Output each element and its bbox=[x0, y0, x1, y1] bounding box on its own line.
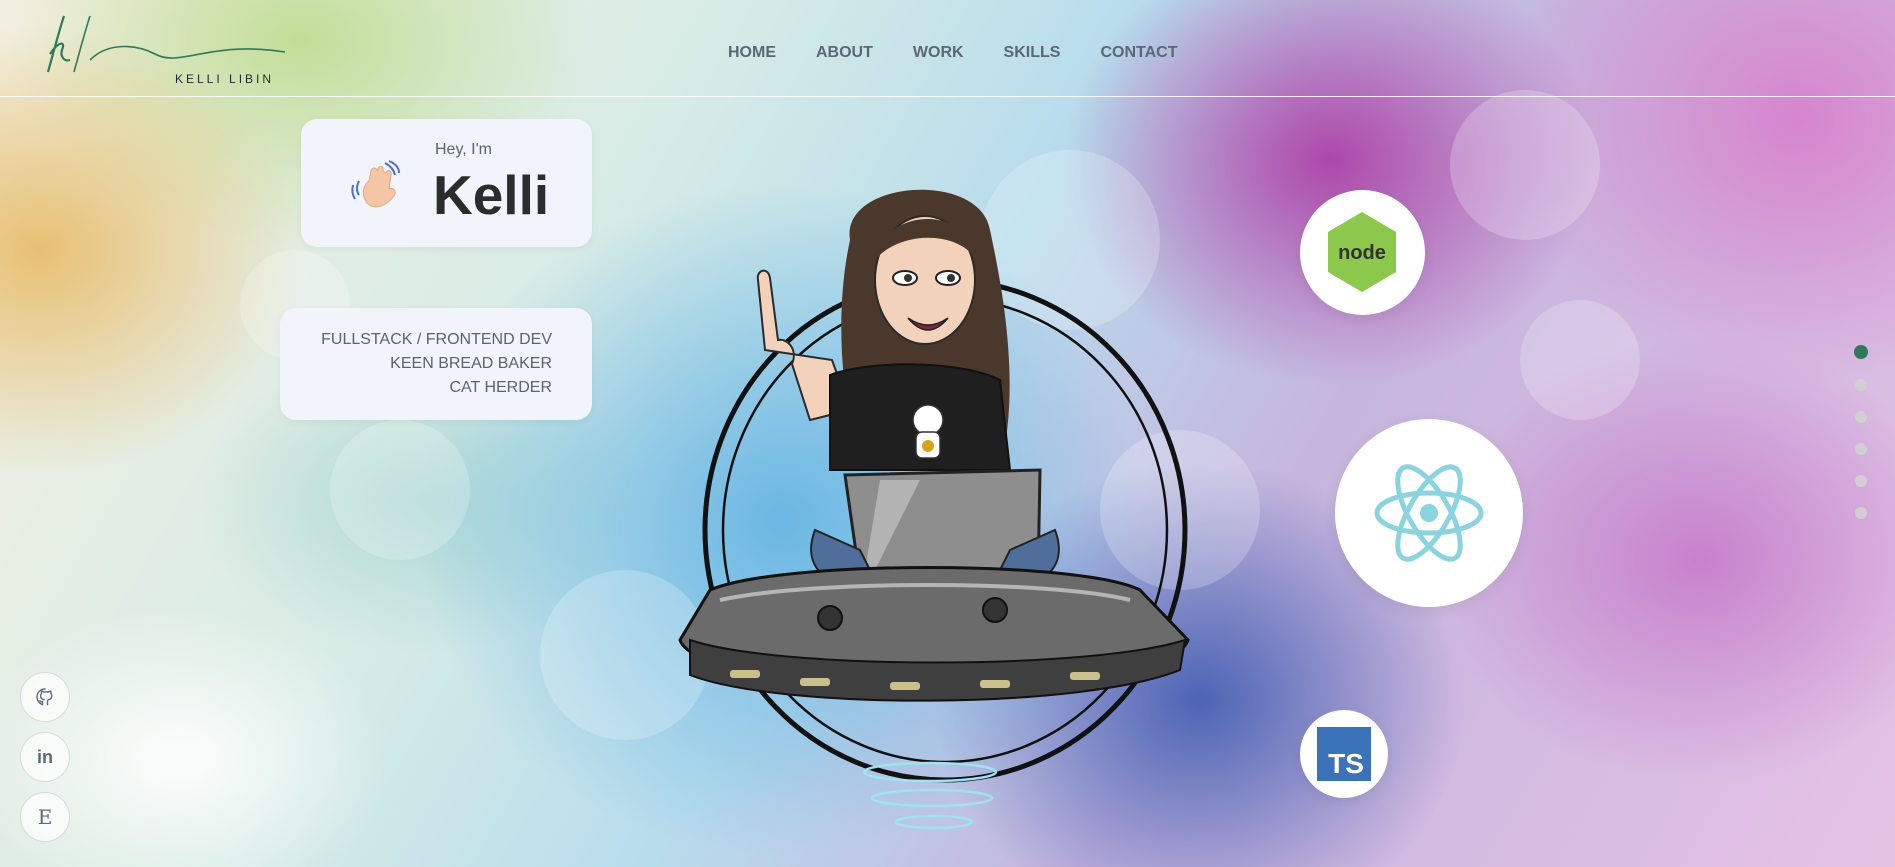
nodejs-icon: node bbox=[1328, 212, 1396, 292]
nav-contact[interactable]: CONTACT bbox=[1100, 44, 1177, 62]
linkedin-icon: in bbox=[37, 746, 53, 767]
section-dots bbox=[1854, 345, 1868, 539]
svg-text:TS: TS bbox=[1328, 748, 1364, 779]
etsy-link[interactable]: E bbox=[20, 792, 70, 842]
github-icon bbox=[36, 688, 53, 706]
greeting-text: Hey, I'm bbox=[435, 141, 492, 158]
site-logo[interactable]: KELLI LIBIN bbox=[40, 10, 290, 86]
waving-hand-icon bbox=[351, 160, 400, 208]
logo-name: KELLI LIBIN bbox=[175, 72, 275, 86]
nav-home[interactable]: HOME bbox=[728, 44, 776, 62]
section-dot[interactable] bbox=[1855, 443, 1867, 455]
nav-skills[interactable]: SKILLS bbox=[1004, 44, 1061, 62]
avatar-illustration bbox=[678, 189, 1190, 830]
linkedin-link[interactable]: in bbox=[20, 732, 70, 782]
roles-card: FULLSTACK / FRONTEND DEV KEEN BREAD BAKE… bbox=[280, 308, 592, 420]
site-header: KELLI LIBIN HOME ABOUT WORK SKILLS CONTA… bbox=[0, 0, 1895, 97]
typescript-badge: TS bbox=[1300, 710, 1388, 798]
social-links: in E bbox=[20, 672, 70, 852]
hero-name: Kelli bbox=[433, 164, 550, 226]
section-dot[interactable] bbox=[1855, 475, 1867, 487]
svg-text:node: node bbox=[1338, 242, 1386, 264]
nodejs-badge: node bbox=[1300, 190, 1425, 315]
role-item: KEEN BREAD BAKER bbox=[390, 355, 552, 372]
nav-about[interactable]: ABOUT bbox=[816, 44, 873, 62]
nav-work[interactable]: WORK bbox=[913, 44, 964, 62]
etsy-icon: E bbox=[37, 805, 53, 829]
main-nav: HOME ABOUT WORK SKILLS CONTACT bbox=[728, 44, 1177, 62]
section-dot[interactable] bbox=[1854, 345, 1868, 359]
section-dot[interactable] bbox=[1855, 411, 1867, 423]
typescript-icon: TS bbox=[1317, 727, 1371, 781]
github-link[interactable] bbox=[20, 672, 70, 722]
role-item: CAT HERDER bbox=[449, 379, 552, 396]
role-item: FULLSTACK / FRONTEND DEV bbox=[321, 331, 552, 348]
section-dot[interactable] bbox=[1855, 507, 1867, 519]
section-dot[interactable] bbox=[1855, 379, 1867, 391]
logo-signature-icon bbox=[46, 15, 286, 73]
intro-card: Hey, I'm Kelli bbox=[301, 119, 592, 247]
react-icon bbox=[1374, 464, 1484, 562]
react-badge bbox=[1335, 419, 1523, 607]
